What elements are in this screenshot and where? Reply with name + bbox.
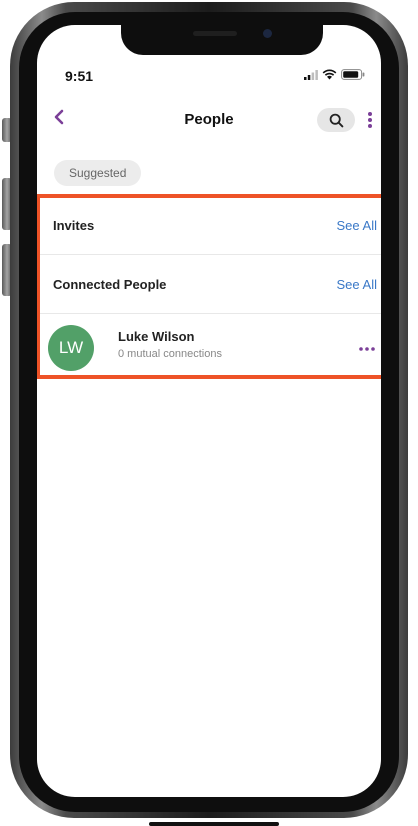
mutual-connections-text: 0 mutual connections: [118, 348, 222, 360]
signal-icon: [304, 69, 318, 80]
phone-screen: 9:51 People Suggested Invites See All Co…: [37, 25, 381, 797]
suggested-chip[interactable]: Suggested: [54, 160, 142, 186]
speaker-grille: [193, 31, 237, 36]
home-indicator: [149, 822, 279, 826]
wifi-icon: [322, 69, 337, 80]
notch: [121, 25, 323, 55]
section-title-connected-people: Connected People: [53, 277, 167, 292]
front-camera: [263, 29, 272, 38]
list-item[interactable]: LW Luke Wilson 0 mutual connections: [37, 314, 381, 378]
battery-icon: [341, 69, 365, 80]
section-title-invites: Invites: [53, 218, 95, 233]
connected-people-section: Connected People See All: [37, 255, 381, 314]
invites-see-all-link[interactable]: See All: [337, 218, 377, 233]
screenshot-stage: 9:51 People Suggested Invites See All Co…: [0, 0, 418, 826]
invites-section: Invites See All: [37, 196, 381, 255]
status-icons: [304, 69, 365, 80]
search-button[interactable]: [317, 108, 355, 132]
more-horizontal-icon: [359, 347, 375, 351]
status-time: 9:51: [65, 68, 94, 84]
more-options-button[interactable]: [363, 107, 377, 133]
connected-people-see-all-link[interactable]: See All: [337, 277, 377, 292]
person-more-button[interactable]: [357, 344, 377, 354]
person-name[interactable]: Luke Wilson: [118, 329, 194, 344]
avatar[interactable]: LW: [48, 325, 94, 371]
search-icon: [329, 113, 343, 127]
more-vertical-icon: [368, 112, 372, 128]
